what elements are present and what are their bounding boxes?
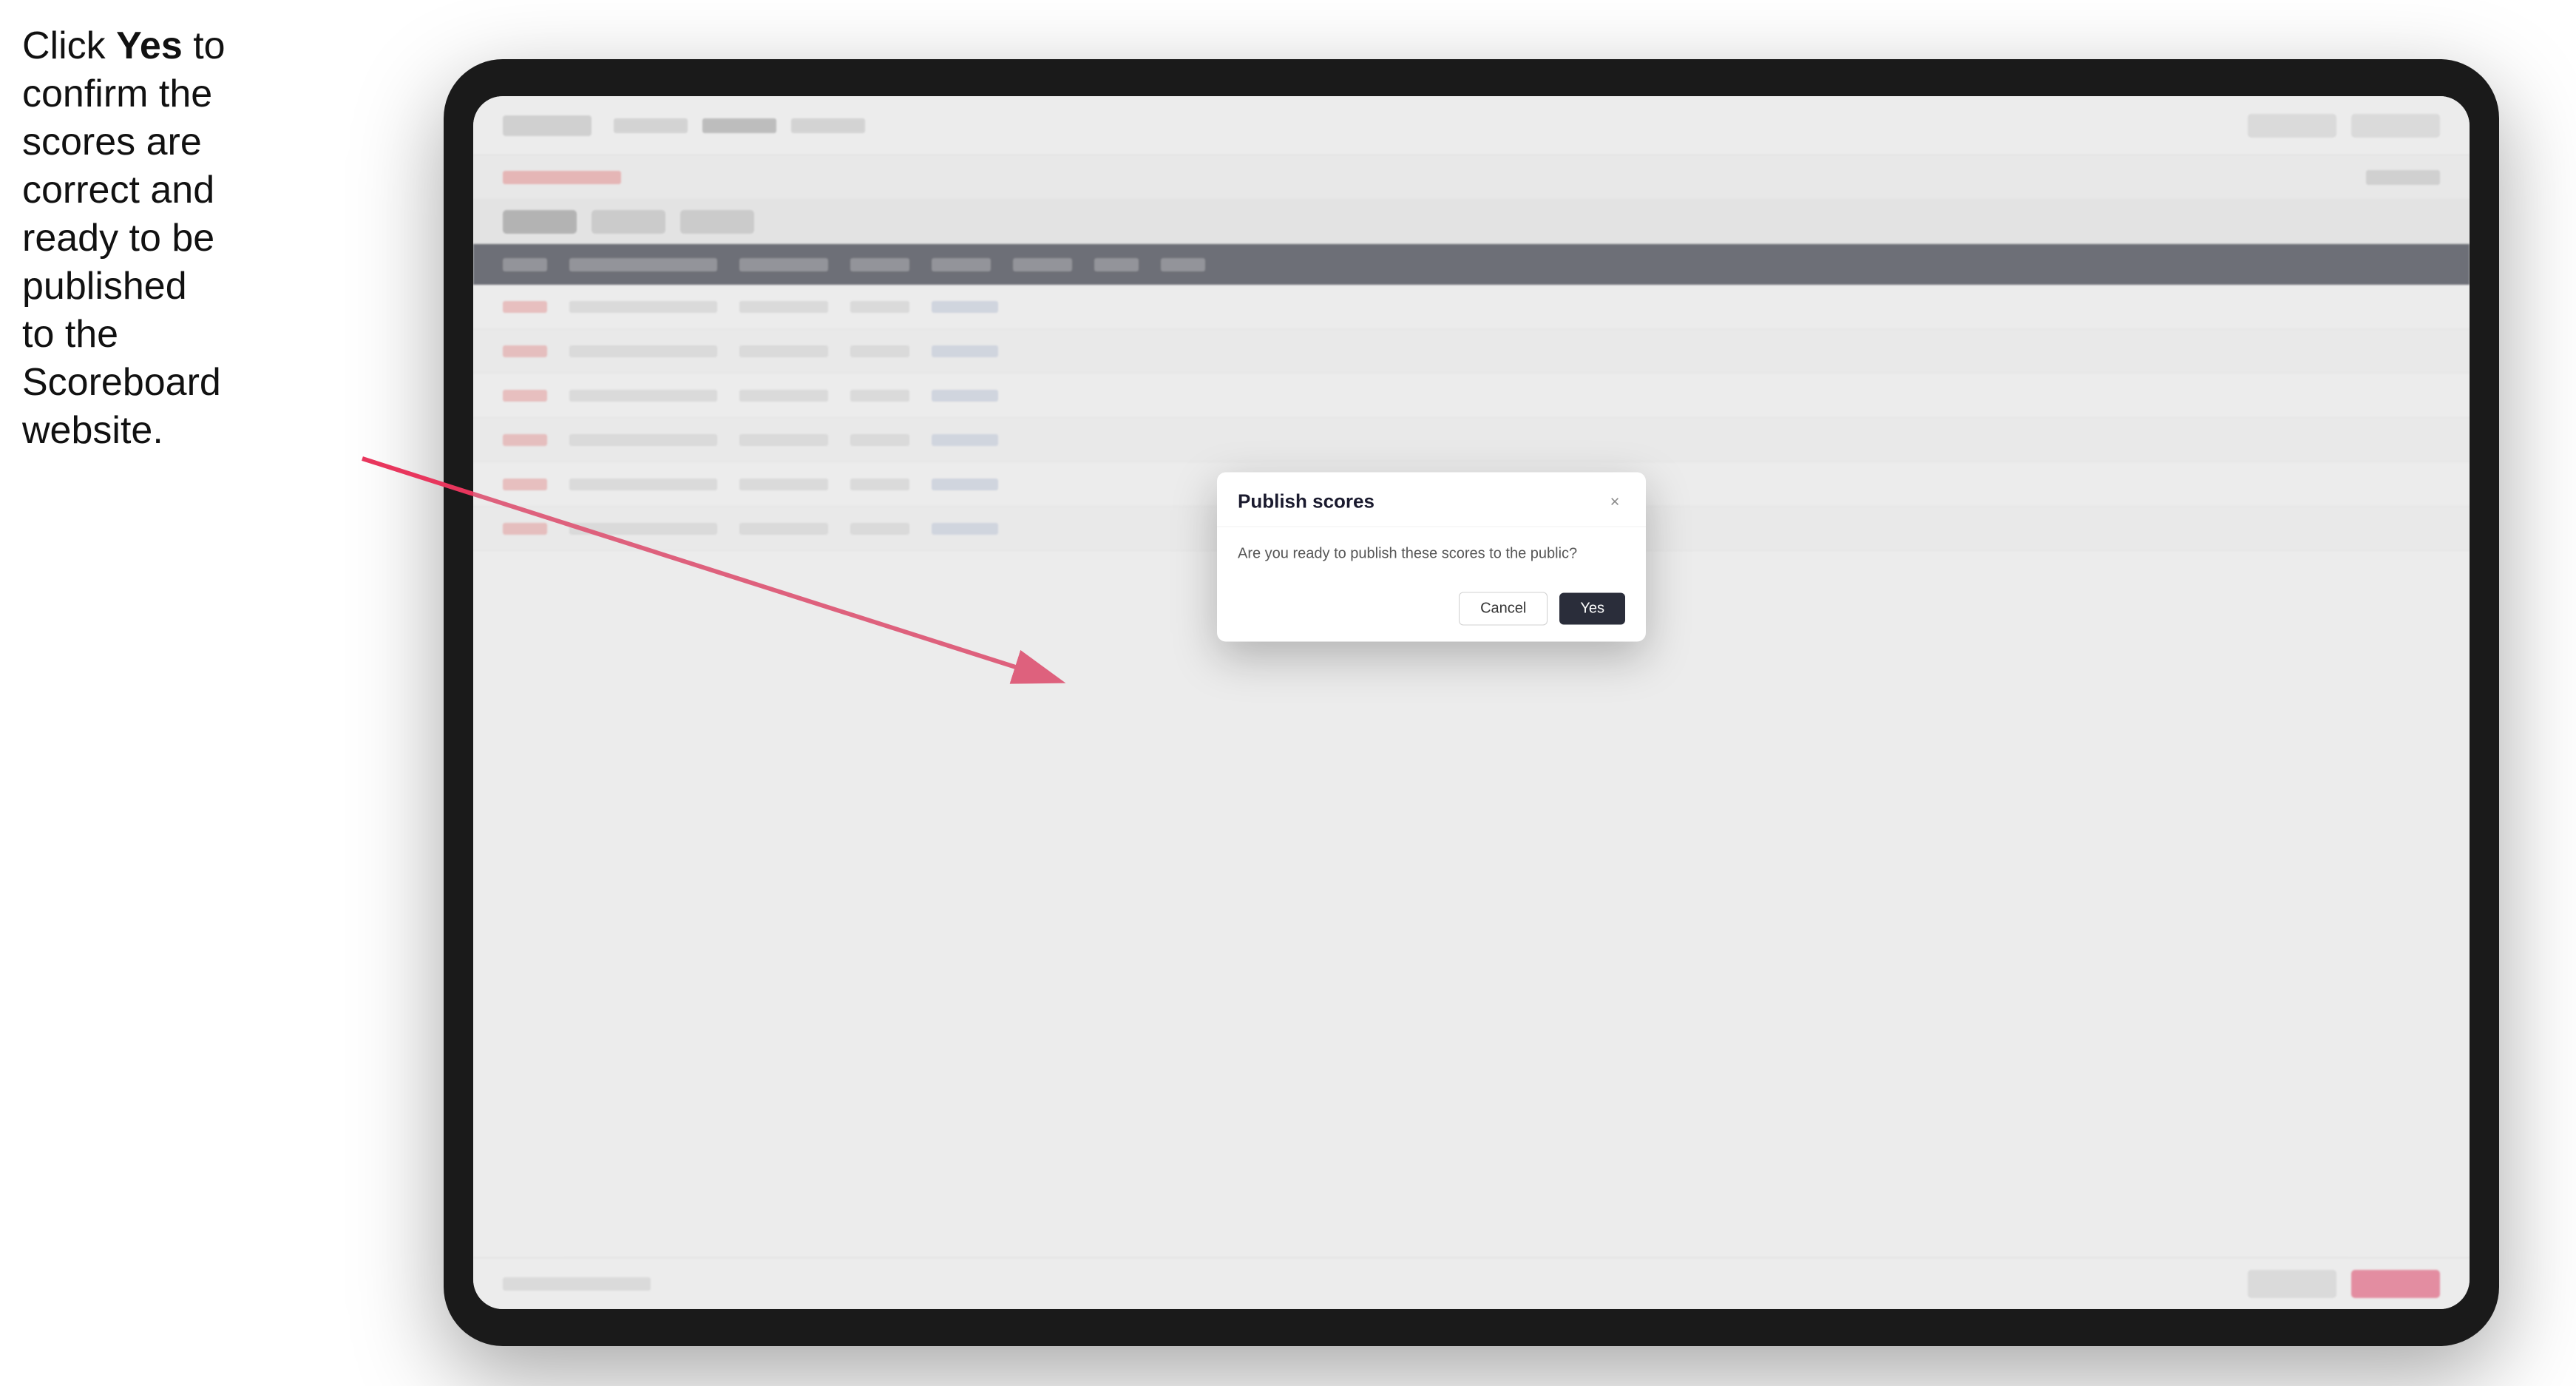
modal-title: Publish scores [1238, 490, 1375, 513]
modal-overlay: Publish scores × Are you ready to publis… [473, 96, 2470, 1309]
instruction-bold: Yes [116, 24, 183, 67]
instruction-part2: to confirm the scores are correct and re… [22, 24, 226, 452]
tablet-device: Publish scores × Are you ready to publis… [444, 59, 2499, 1346]
modal-header: Publish scores × [1217, 473, 1646, 527]
cancel-button[interactable]: Cancel [1459, 592, 1548, 626]
yes-button[interactable]: Yes [1559, 593, 1625, 625]
modal-body: Are you ready to publish these scores to… [1217, 527, 1646, 581]
instruction-part1: Click [22, 24, 116, 67]
modal-close-button[interactable]: × [1604, 491, 1625, 512]
publish-scores-dialog: Publish scores × Are you ready to publis… [1217, 473, 1646, 642]
modal-message: Are you ready to publish these scores to… [1238, 544, 1625, 564]
instruction-text: Click Yes to confirm the scores are corr… [22, 22, 229, 455]
tablet-screen: Publish scores × Are you ready to publis… [473, 96, 2470, 1309]
modal-footer: Cancel Yes [1217, 581, 1646, 642]
